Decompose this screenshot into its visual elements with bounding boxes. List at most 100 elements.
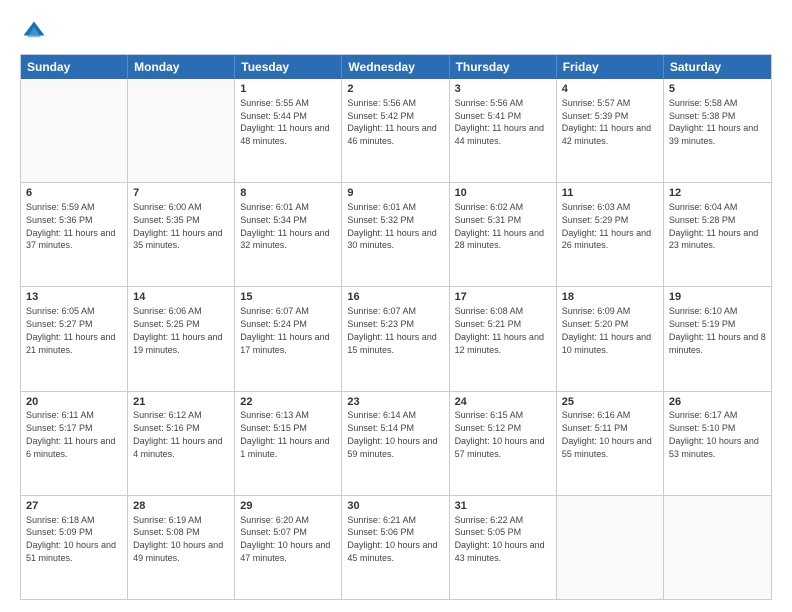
cell-info: Sunrise: 6:05 AM Sunset: 5:27 PM Dayligh… [26, 306, 118, 354]
calendar-cell-empty-0-1 [128, 79, 235, 182]
day-number: 24 [455, 395, 551, 410]
cell-info: Sunrise: 6:22 AM Sunset: 5:05 PM Dayligh… [455, 515, 548, 563]
cell-info: Sunrise: 5:59 AM Sunset: 5:36 PM Dayligh… [26, 202, 118, 250]
calendar-cell-27: 27Sunrise: 6:18 AM Sunset: 5:09 PM Dayli… [21, 496, 128, 599]
calendar-cell-20: 20Sunrise: 6:11 AM Sunset: 5:17 PM Dayli… [21, 392, 128, 495]
calendar-row-2: 6Sunrise: 5:59 AM Sunset: 5:36 PM Daylig… [21, 182, 771, 286]
cell-info: Sunrise: 6:03 AM Sunset: 5:29 PM Dayligh… [562, 202, 654, 250]
calendar-cell-15: 15Sunrise: 6:07 AM Sunset: 5:24 PM Dayli… [235, 287, 342, 390]
calendar-body: 1Sunrise: 5:55 AM Sunset: 5:44 PM Daylig… [21, 79, 771, 599]
calendar-cell-28: 28Sunrise: 6:19 AM Sunset: 5:08 PM Dayli… [128, 496, 235, 599]
day-number: 14 [133, 290, 229, 305]
day-number: 3 [455, 82, 551, 97]
day-number: 7 [133, 186, 229, 201]
day-number: 12 [669, 186, 766, 201]
day-number: 29 [240, 499, 336, 514]
cell-info: Sunrise: 6:04 AM Sunset: 5:28 PM Dayligh… [669, 202, 761, 250]
calendar-cell-5: 5Sunrise: 5:58 AM Sunset: 5:38 PM Daylig… [664, 79, 771, 182]
calendar-cell-9: 9Sunrise: 6:01 AM Sunset: 5:32 PM Daylig… [342, 183, 449, 286]
header-day-tuesday: Tuesday [235, 55, 342, 79]
calendar-row-3: 13Sunrise: 6:05 AM Sunset: 5:27 PM Dayli… [21, 286, 771, 390]
day-number: 11 [562, 186, 658, 201]
cell-info: Sunrise: 5:58 AM Sunset: 5:38 PM Dayligh… [669, 98, 761, 146]
cell-info: Sunrise: 5:55 AM Sunset: 5:44 PM Dayligh… [240, 98, 332, 146]
calendar-cell-12: 12Sunrise: 6:04 AM Sunset: 5:28 PM Dayli… [664, 183, 771, 286]
calendar-cell-16: 16Sunrise: 6:07 AM Sunset: 5:23 PM Dayli… [342, 287, 449, 390]
cell-info: Sunrise: 6:11 AM Sunset: 5:17 PM Dayligh… [26, 410, 118, 458]
header-day-thursday: Thursday [450, 55, 557, 79]
cell-info: Sunrise: 6:13 AM Sunset: 5:15 PM Dayligh… [240, 410, 332, 458]
calendar-cell-24: 24Sunrise: 6:15 AM Sunset: 5:12 PM Dayli… [450, 392, 557, 495]
cell-info: Sunrise: 6:08 AM Sunset: 5:21 PM Dayligh… [455, 306, 547, 354]
calendar-cell-10: 10Sunrise: 6:02 AM Sunset: 5:31 PM Dayli… [450, 183, 557, 286]
day-number: 23 [347, 395, 443, 410]
day-number: 8 [240, 186, 336, 201]
calendar-cell-21: 21Sunrise: 6:12 AM Sunset: 5:16 PM Dayli… [128, 392, 235, 495]
cell-info: Sunrise: 6:17 AM Sunset: 5:10 PM Dayligh… [669, 410, 762, 458]
calendar-cell-11: 11Sunrise: 6:03 AM Sunset: 5:29 PM Dayli… [557, 183, 664, 286]
day-number: 13 [26, 290, 122, 305]
day-number: 22 [240, 395, 336, 410]
cell-info: Sunrise: 6:14 AM Sunset: 5:14 PM Dayligh… [347, 410, 440, 458]
day-number: 9 [347, 186, 443, 201]
calendar-cell-empty-4-5 [557, 496, 664, 599]
calendar-cell-empty-4-6 [664, 496, 771, 599]
page: SundayMondayTuesdayWednesdayThursdayFrid… [0, 0, 792, 612]
day-number: 31 [455, 499, 551, 514]
header-day-friday: Friday [557, 55, 664, 79]
header [20, 18, 772, 46]
day-number: 19 [669, 290, 766, 305]
cell-info: Sunrise: 6:09 AM Sunset: 5:20 PM Dayligh… [562, 306, 654, 354]
cell-info: Sunrise: 6:01 AM Sunset: 5:32 PM Dayligh… [347, 202, 439, 250]
day-number: 5 [669, 82, 766, 97]
calendar-cell-19: 19Sunrise: 6:10 AM Sunset: 5:19 PM Dayli… [664, 287, 771, 390]
calendar-cell-7: 7Sunrise: 6:00 AM Sunset: 5:35 PM Daylig… [128, 183, 235, 286]
cell-info: Sunrise: 5:57 AM Sunset: 5:39 PM Dayligh… [562, 98, 654, 146]
calendar-cell-18: 18Sunrise: 6:09 AM Sunset: 5:20 PM Dayli… [557, 287, 664, 390]
cell-info: Sunrise: 6:21 AM Sunset: 5:06 PM Dayligh… [347, 515, 440, 563]
cell-info: Sunrise: 6:10 AM Sunset: 5:19 PM Dayligh… [669, 306, 768, 354]
calendar-cell-25: 25Sunrise: 6:16 AM Sunset: 5:11 PM Dayli… [557, 392, 664, 495]
day-number: 16 [347, 290, 443, 305]
calendar-cell-31: 31Sunrise: 6:22 AM Sunset: 5:05 PM Dayli… [450, 496, 557, 599]
calendar-header: SundayMondayTuesdayWednesdayThursdayFrid… [21, 55, 771, 79]
calendar-cell-empty-0-0 [21, 79, 128, 182]
header-day-sunday: Sunday [21, 55, 128, 79]
day-number: 18 [562, 290, 658, 305]
calendar-cell-6: 6Sunrise: 5:59 AM Sunset: 5:36 PM Daylig… [21, 183, 128, 286]
day-number: 30 [347, 499, 443, 514]
cell-info: Sunrise: 6:18 AM Sunset: 5:09 PM Dayligh… [26, 515, 119, 563]
calendar-cell-1: 1Sunrise: 5:55 AM Sunset: 5:44 PM Daylig… [235, 79, 342, 182]
day-number: 1 [240, 82, 336, 97]
cell-info: Sunrise: 6:01 AM Sunset: 5:34 PM Dayligh… [240, 202, 332, 250]
day-number: 20 [26, 395, 122, 410]
calendar-cell-8: 8Sunrise: 6:01 AM Sunset: 5:34 PM Daylig… [235, 183, 342, 286]
cell-info: Sunrise: 5:56 AM Sunset: 5:42 PM Dayligh… [347, 98, 439, 146]
header-day-wednesday: Wednesday [342, 55, 449, 79]
cell-info: Sunrise: 5:56 AM Sunset: 5:41 PM Dayligh… [455, 98, 547, 146]
day-number: 17 [455, 290, 551, 305]
day-number: 28 [133, 499, 229, 514]
cell-info: Sunrise: 6:02 AM Sunset: 5:31 PM Dayligh… [455, 202, 547, 250]
header-day-monday: Monday [128, 55, 235, 79]
day-number: 2 [347, 82, 443, 97]
cell-info: Sunrise: 6:12 AM Sunset: 5:16 PM Dayligh… [133, 410, 225, 458]
calendar-cell-26: 26Sunrise: 6:17 AM Sunset: 5:10 PM Dayli… [664, 392, 771, 495]
day-number: 10 [455, 186, 551, 201]
calendar-row-4: 20Sunrise: 6:11 AM Sunset: 5:17 PM Dayli… [21, 391, 771, 495]
calendar-cell-2: 2Sunrise: 5:56 AM Sunset: 5:42 PM Daylig… [342, 79, 449, 182]
calendar-row-5: 27Sunrise: 6:18 AM Sunset: 5:09 PM Dayli… [21, 495, 771, 599]
day-number: 27 [26, 499, 122, 514]
cell-info: Sunrise: 6:20 AM Sunset: 5:07 PM Dayligh… [240, 515, 333, 563]
day-number: 4 [562, 82, 658, 97]
header-day-saturday: Saturday [664, 55, 771, 79]
calendar-cell-14: 14Sunrise: 6:06 AM Sunset: 5:25 PM Dayli… [128, 287, 235, 390]
cell-info: Sunrise: 6:06 AM Sunset: 5:25 PM Dayligh… [133, 306, 225, 354]
calendar-cell-17: 17Sunrise: 6:08 AM Sunset: 5:21 PM Dayli… [450, 287, 557, 390]
cell-info: Sunrise: 6:00 AM Sunset: 5:35 PM Dayligh… [133, 202, 225, 250]
day-number: 6 [26, 186, 122, 201]
calendar-cell-22: 22Sunrise: 6:13 AM Sunset: 5:15 PM Dayli… [235, 392, 342, 495]
cell-info: Sunrise: 6:19 AM Sunset: 5:08 PM Dayligh… [133, 515, 226, 563]
calendar: SundayMondayTuesdayWednesdayThursdayFrid… [20, 54, 772, 600]
day-number: 15 [240, 290, 336, 305]
